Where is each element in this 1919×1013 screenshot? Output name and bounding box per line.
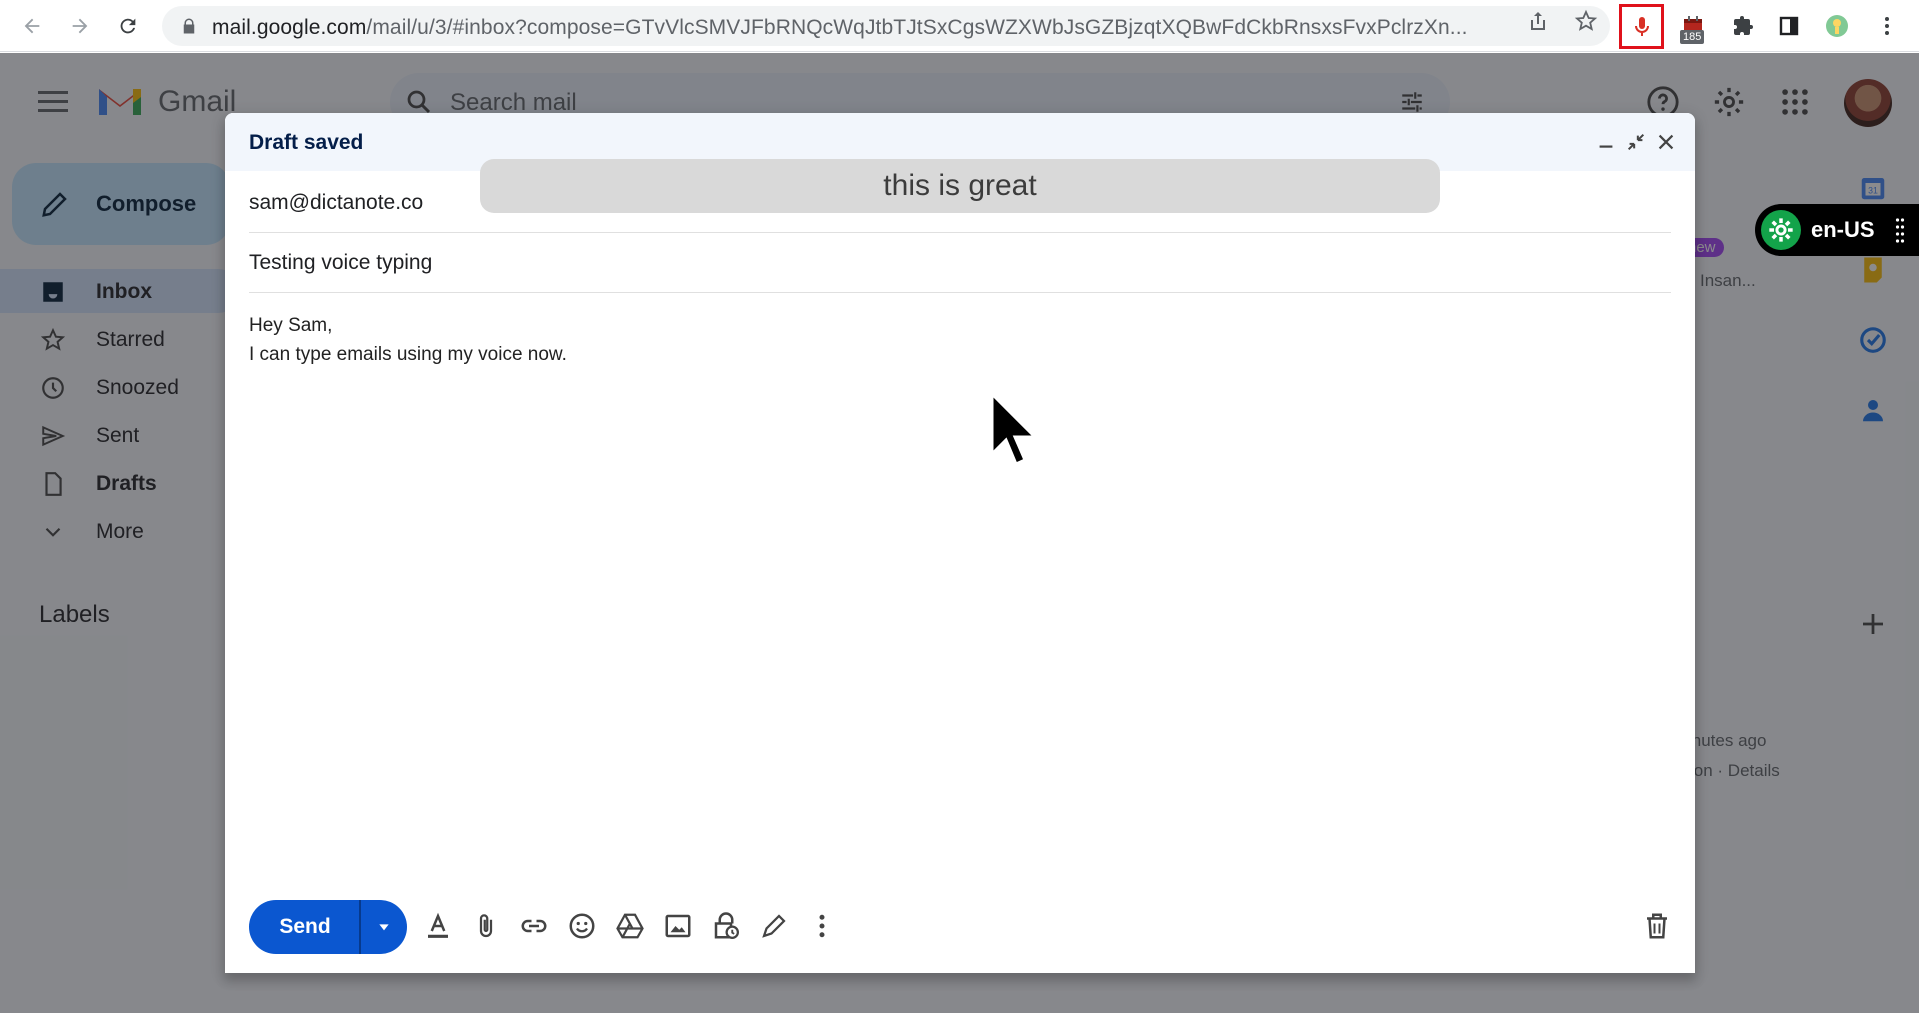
inbox-icon (43, 282, 63, 302)
mouse-pointer-icon (990, 392, 1038, 466)
sidebar-item-inbox[interactable]: Inbox (0, 269, 240, 313)
labels-heading: Labels (39, 601, 110, 628)
gmail-logo-icon (99, 89, 141, 115)
sidebar-item-label: Sent (96, 424, 140, 447)
caret-down-icon (379, 924, 389, 931)
recipient-email[interactable]: sam@dictanote.co (249, 191, 423, 215)
address-bar[interactable]: mail.google.com/mail/u/3/#inbox?compose=… (162, 6, 1610, 46)
sidebar-item-starred[interactable]: Starred (0, 317, 240, 361)
apps-grid-icon[interactable] (1778, 85, 1812, 119)
sidebar-item-label: More (96, 520, 144, 543)
voice-typing-extension-mic-icon[interactable] (1619, 4, 1664, 49)
svg-text:31: 31 (1868, 186, 1878, 196)
lock-icon (183, 18, 195, 34)
settings-gear-icon[interactable] (1712, 85, 1746, 119)
tasks-app-icon[interactable] (1858, 325, 1888, 355)
compose-title: Draft saved (249, 131, 364, 154)
body-line: I can type emails using my voice now. (249, 344, 567, 365)
sidebar-item-sent[interactable]: Sent (0, 413, 240, 457)
sidebar-item-more[interactable]: More (0, 509, 240, 553)
subject-text[interactable]: Testing voice typing (249, 251, 432, 275)
attach-file-icon[interactable] (471, 911, 501, 941)
keep-app-icon[interactable] (1858, 255, 1888, 285)
sidebar-item-label: Starred (96, 328, 165, 351)
drag-handle-icon[interactable] (1895, 216, 1905, 244)
insert-link-icon[interactable] (519, 911, 549, 941)
main-menu-icon[interactable] (38, 89, 68, 115)
email-snippet: Insan... (1700, 271, 1756, 290)
chrome-menu-icon[interactable] (1870, 8, 1904, 44)
body-line: Hey Sam, (249, 315, 333, 336)
url-text: mail.google.com/mail/u/3/#inbox?compose=… (212, 16, 1468, 39)
more-options-icon[interactable] (807, 911, 837, 941)
share-icon[interactable] (1526, 9, 1550, 33)
compose-dialog: Draft saved sam@dictanote.co Testing voi… (225, 113, 1695, 973)
last-activity-text: inutes ago (1688, 731, 1767, 750)
send-button-group: Send (249, 900, 407, 954)
chevron-down-icon (45, 527, 61, 537)
sidebar-item-label: Drafts (96, 472, 157, 495)
exit-fullscreen-icon[interactable] (1625, 131, 1647, 153)
gmail-wordmark: Gmail (158, 85, 237, 118)
profile-icon[interactable] (1820, 8, 1854, 44)
extension-badge: 185 (1680, 30, 1705, 44)
back-icon[interactable] (16, 10, 48, 42)
schedule-send-dropdown[interactable] (361, 900, 407, 954)
sidebar-item-drafts[interactable]: Drafts (0, 461, 240, 505)
compose-button[interactable]: Compose (12, 163, 230, 245)
star-icon (40, 327, 66, 351)
account-avatar[interactable] (1844, 79, 1892, 127)
message-body[interactable]: Hey Sam, I can type emails using my voic… (249, 311, 1649, 369)
confidential-mode-icon[interactable] (711, 911, 741, 941)
calendar-app-icon[interactable]: 31 (1858, 173, 1888, 203)
language-selector[interactable]: en-US (1811, 217, 1875, 243)
discard-draft-trash-icon[interactable] (1642, 911, 1672, 941)
signature-pen-icon[interactable] (759, 911, 789, 941)
forward-icon[interactable] (64, 10, 96, 42)
sidebar-item-snoozed[interactable]: Snoozed (0, 365, 240, 409)
minimize-icon[interactable] (1595, 131, 1617, 153)
clock-icon (42, 377, 64, 399)
voice-typing-widget[interactable]: en-US (1755, 204, 1919, 256)
pencil-icon (42, 192, 67, 217)
side-apps-panel: 31 (1846, 173, 1906, 1013)
compose-label: Compose (96, 191, 197, 216)
draft-file-icon (45, 472, 62, 496)
side-panel-icon[interactable] (1772, 8, 1806, 44)
add-app-icon[interactable] (1858, 609, 1888, 639)
google-drive-icon[interactable] (615, 911, 645, 941)
extensions-puzzle-icon[interactable] (1726, 8, 1760, 44)
emoji-icon[interactable] (567, 911, 597, 941)
voice-transcript-overlay: this is great (480, 159, 1440, 213)
formatting-options-icon[interactable] (423, 911, 453, 941)
contacts-app-icon[interactable] (1858, 395, 1888, 425)
search-options-icon[interactable] (1398, 89, 1426, 115)
activity-details-link[interactable]: ion · Details (1690, 761, 1780, 781)
browser-toolbar: mail.google.com/mail/u/3/#inbox?compose=… (0, 0, 1919, 52)
send-icon (42, 425, 66, 447)
reload-icon[interactable] (112, 10, 144, 42)
sidebar-item-label: Snoozed (96, 376, 179, 399)
subject-field[interactable]: Testing voice typing (249, 233, 1671, 293)
send-button[interactable]: Send (249, 900, 357, 954)
bookmark-star-icon[interactable] (1574, 9, 1598, 33)
sidebar-item-label: Inbox (96, 280, 152, 303)
insert-photo-icon[interactable] (663, 911, 693, 941)
close-icon[interactable] (1655, 131, 1677, 153)
widget-settings-gear-icon[interactable] (1761, 210, 1801, 250)
